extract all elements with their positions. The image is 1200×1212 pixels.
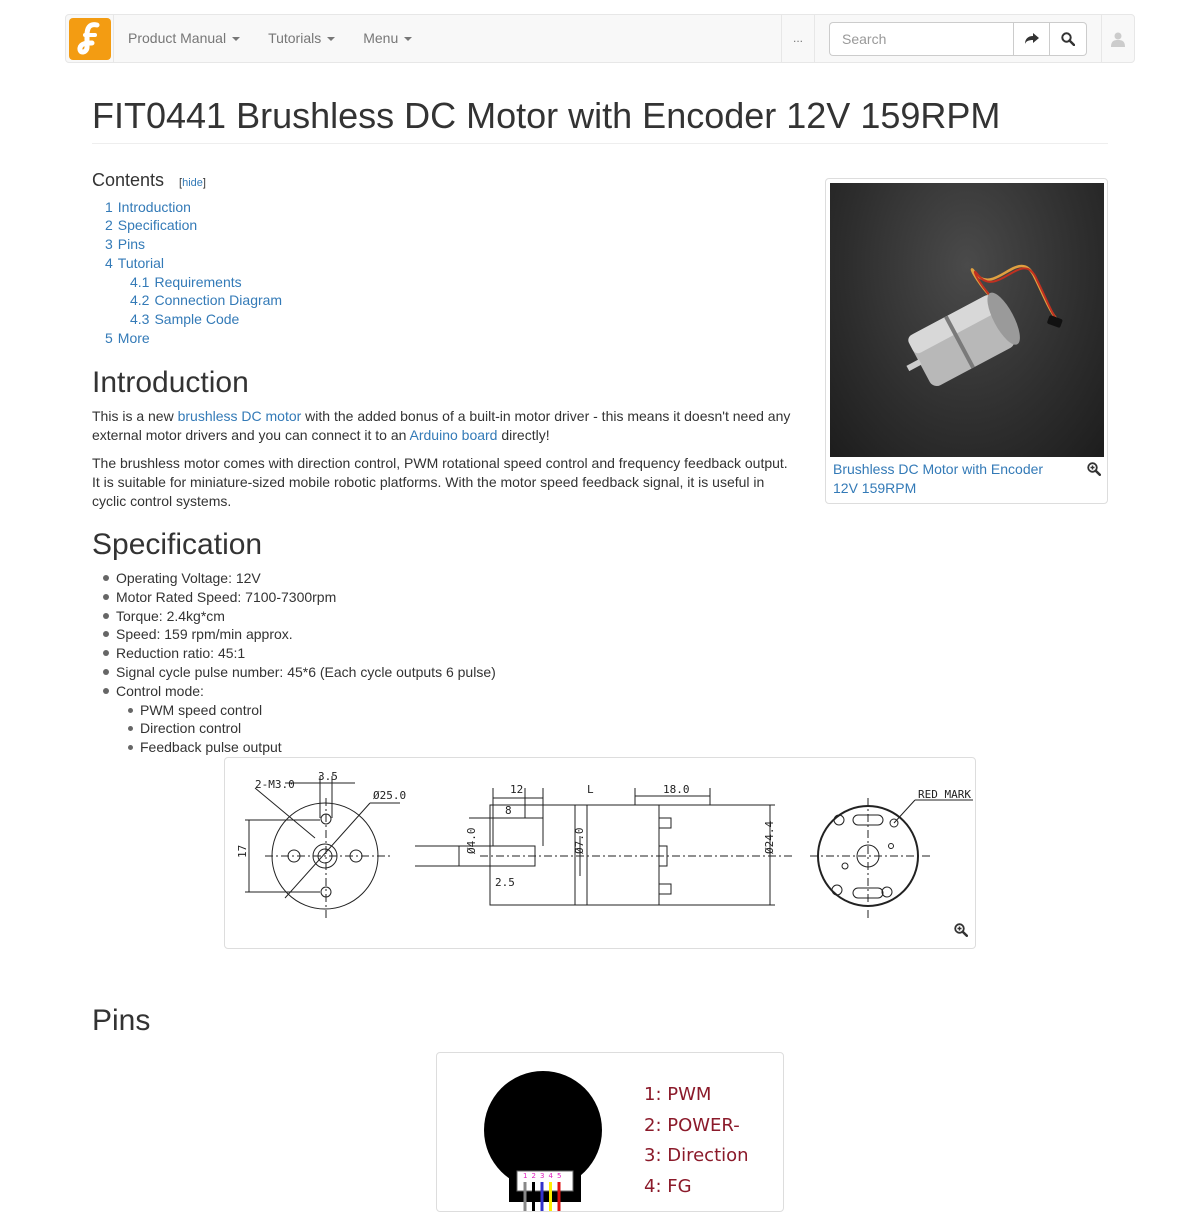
spec-sub-item: PWM speed control [92,701,496,720]
brushless-dc-motor-link[interactable]: brushless DC motor [178,408,302,424]
caret-down-icon [232,36,241,41]
specification-heading: Specification [92,528,263,561]
toc-item-tutorial[interactable]: 4 Tutorial [105,255,164,271]
share-arrow-icon [1024,32,1039,44]
spec-list: Operating Voltage: 12V Motor Rated Speed… [92,569,496,757]
go-button[interactable] [1013,21,1050,56]
spec-sub-item: Feedback pulse output [92,738,496,757]
dim-label: 17 [236,845,249,858]
dim-label: 3.5 [318,770,338,783]
pin-label: 1: PWM [644,1084,712,1105]
motor-photo[interactable] [830,183,1104,457]
dim-label: L [587,783,594,796]
red-mark-label: RED MARK [918,788,971,801]
top-navbar: Product Manual Tutorials Menu ... [65,14,1135,63]
caret-down-icon [327,36,336,41]
spec-item: Operating Voltage: 12V [92,569,496,588]
dim-label: 12 [510,783,523,796]
table-of-contents: Contents [hide] 1 Introduction 2 Specifica… [92,170,283,346]
menu-tutorials[interactable]: Tutorials [254,15,349,62]
spec-item: Speed: 159 rpm/min approx. [92,625,496,644]
search-icon [1061,31,1075,46]
pins-diagram[interactable]: 12345 1: PWM 2: POWER- 3: Direction 4: F… [436,1052,784,1212]
toc-item-introduction[interactable]: 1 Introduction [105,199,191,215]
user-menu-button[interactable] [1102,15,1134,62]
dim-label: Ø25.0 [373,789,406,802]
dim-label: Ø4.0 [465,828,478,855]
magnify-icon[interactable] [1087,460,1102,498]
toc-item-more[interactable]: 5 More [105,330,150,346]
spec-item: Signal cycle pulse number: 45*6 (Each cy… [92,663,496,682]
arduino-board-link[interactable]: Arduino board [410,427,498,443]
search-form [815,15,1102,62]
toc-title: Contents [92,170,165,190]
pin-label: 4: FG [644,1175,692,1197]
connector-pin-number: 4 [549,1172,554,1180]
toc-item-connection-diagram[interactable]: 4.2 Connection Diagram [130,292,282,308]
spec-item: Reduction ratio: 45:1 [92,644,496,663]
dim-label: 2.5 [495,876,515,889]
connector-pin-number: 1 [523,1172,527,1180]
dim-label: 18.0 [663,783,690,796]
toc-hide-link[interactable]: hide [182,177,203,189]
connector-pin-number: 3 [540,1172,544,1180]
thumbnail-caption-link[interactable]: Brushless DC Motor with Encoder 12V 159R… [833,460,1068,498]
magnify-icon[interactable] [954,923,969,943]
dfrobot-logo [68,17,111,60]
spec-item: Motor Rated Speed: 7100-7300rpm [92,588,496,607]
toc-item-pins[interactable]: 3 Pins [105,236,145,252]
dim-label: 2-M3.0 [255,778,295,791]
pin-label: 2: POWER- [644,1114,740,1136]
brand-link[interactable] [66,15,114,62]
intro-paragraph-1: This is a new brushless DC motor with th… [92,408,791,443]
connector-pin-number: 2 [532,1172,536,1180]
connector-pin-number: 5 [557,1172,561,1180]
dim-label: Ø7.0 [573,828,586,855]
search-input[interactable] [829,21,1013,56]
more-button[interactable]: ... [781,15,815,62]
toc-item-sample-code[interactable]: 4.3 Sample Code [130,311,239,327]
pins-heading: Pins [92,1004,151,1037]
spec-item: Control mode: [92,682,496,701]
intro-paragraph-2: The brushless motor comes with direction… [92,455,788,509]
toc-item-requirements[interactable]: 4.1 Requirements [130,274,242,290]
pin-label-list: 1: PWM 2: POWER- 3: Direction 4: FG [644,1080,749,1202]
menu-menu[interactable]: Menu [349,15,426,62]
dim-label: 8 [505,804,512,817]
introduction-heading: Introduction [92,366,249,399]
product-thumbnail: Brushless DC Motor with Encoder 12V 159R… [825,178,1108,504]
search-button[interactable] [1050,21,1087,56]
menu-product-manual[interactable]: Product Manual [114,15,254,62]
pin-label: 3: Direction [644,1145,749,1166]
dimension-drawing[interactable]: 2-M3.0 3.5 Ø25.0 17 12 8 L 18.0 Ø4.0 Ø7.… [224,757,976,949]
caret-down-icon [404,36,413,41]
user-icon [1111,32,1125,47]
toc-item-specification[interactable]: 2 Specification [105,217,197,233]
spec-item: Torque: 2.4kg*cm [92,607,496,626]
spec-sub-item: Direction control [92,719,496,738]
page-title: FIT0441 Brushless DC Motor with Encoder … [92,96,1108,144]
dim-label: Ø24.4 [763,821,776,854]
